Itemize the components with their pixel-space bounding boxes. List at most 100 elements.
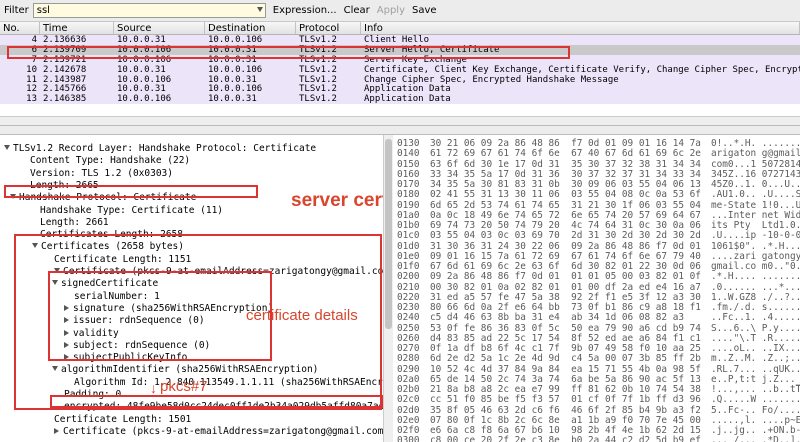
signed-certificate-item[interactable]: signedCertificate xyxy=(52,278,158,289)
packet-cell-info: Certificate, Client Key Exchange, Certif… xyxy=(364,64,800,75)
handshake-protocol-item[interactable]: Handshake Protocol: Certificate xyxy=(10,192,196,203)
detail-text: Algorithm Id: 1.2.840.113549.1.1.11 (sha… xyxy=(74,376,383,388)
algorithm-identifier-item[interactable]: algorithmIdentifier (sha256WithRSAEncryp… xyxy=(52,364,318,375)
detail-text: signedCertificate xyxy=(61,278,159,290)
column-header-protocol[interactable]: Protocol xyxy=(296,22,361,34)
packet-row[interactable]: 4 2.136636 10.0.0.31 10.0.0.106 TLSv1.2 Clien… xyxy=(0,35,800,45)
packet-cell-info: Change Cipher Spec, Encrypted Handshake … xyxy=(364,74,619,85)
certificates-length-item[interactable]: Certificates Length: 2658 xyxy=(40,229,183,240)
packet-row[interactable]: 12 2.145766 10.0.0.31 10.0.0.106 TLSv1.2 Appl… xyxy=(0,84,800,95)
packet-cell-dst: 10.0.0.31 xyxy=(208,54,257,65)
packet-cell-time: 2.139709 xyxy=(43,44,87,55)
scrollbar-thumb[interactable] xyxy=(385,139,392,329)
collapsed-arrow-icon[interactable] xyxy=(64,317,69,324)
expanded-arrow-icon[interactable] xyxy=(52,366,58,372)
expanded-arrow-icon[interactable] xyxy=(52,280,58,286)
packet-cell-dst: 10.0.0.106 xyxy=(208,35,263,45)
certificate-item-2[interactable]: Certificate (pkcs-9-at-emailAddress=zari… xyxy=(54,426,383,437)
column-header-destination[interactable]: Destination xyxy=(205,22,296,34)
collapsed-arrow-icon[interactable] xyxy=(54,427,59,434)
packet-cell-dst: 10.0.0.31 xyxy=(208,74,257,85)
signature-item[interactable]: signature (sha256WithRSAEncryption) xyxy=(64,303,273,314)
issuer-item[interactable]: issuer: rdnSequence (0) xyxy=(64,315,205,326)
column-header-time[interactable]: Time xyxy=(40,22,114,34)
chevron-down-icon[interactable] xyxy=(256,7,263,12)
hex-row[interactable]: 0300 c8 00 ce 20 2f 2e c3 8e b0 2a 44 c2 … xyxy=(397,435,800,442)
packet-cell-src: 10.0.0.106 xyxy=(117,94,172,105)
detail-text: Certificate Length: 1151 xyxy=(54,253,192,265)
collapsed-arrow-icon[interactable] xyxy=(64,341,69,348)
packet-row[interactable]: 10 2.142678 10.0.0.31 10.0.0.106 TLSv1.2 Cert… xyxy=(0,64,800,75)
handshake-type-item[interactable]: Handshake Type: Certificate (11) xyxy=(40,205,223,216)
collapsed-arrow-icon[interactable] xyxy=(64,304,69,311)
validity-item[interactable]: validity xyxy=(64,328,119,339)
packet-row[interactable]: 13 2.146385 10.0.0.106 10.0.0.31 TLSv1.2 Appl… xyxy=(0,94,800,105)
subject-public-key-info-item[interactable]: subjectPublicKeyInfo xyxy=(64,352,187,363)
packet-cell-no: 13 xyxy=(26,94,37,105)
packet-rows: 4 2.136636 10.0.0.31 10.0.0.106 TLSv1.2 Clien… xyxy=(0,35,800,105)
column-header-source[interactable]: Source xyxy=(114,22,205,34)
subject-item[interactable]: subject: rdnSequence (0) xyxy=(64,340,210,351)
packet-cell-time: 2.143987 xyxy=(43,74,87,85)
detail-text: serialNumber: 1 xyxy=(74,290,160,302)
column-header-info[interactable]: Info xyxy=(361,22,800,34)
packet-cell-no: 10 xyxy=(26,64,37,75)
detail-text: algorithmIdentifier (sha256WithRSAEncryp… xyxy=(61,364,319,376)
packet-row[interactable]: 11 2.143987 10.0.0.106 10.0.0.31 TLSv1.2 Chan… xyxy=(0,74,800,85)
detail-text: Handshake Type: Certificate (11) xyxy=(40,204,224,216)
padding-item[interactable]: Padding: 0 xyxy=(64,389,121,400)
certificate-length-item-2[interactable]: Certificate Length: 1501 xyxy=(54,414,191,425)
hex-bytes: c8 00 ce 20 2f 2e c3 8e b0 2a 44 c2 d2 5… xyxy=(430,435,701,442)
certificate-details-annotation: certificate details xyxy=(246,307,358,324)
expanded-arrow-icon[interactable] xyxy=(54,268,60,273)
apply-button[interactable]: Apply xyxy=(377,5,405,16)
detail-text: Handshake Protocol: Certificate xyxy=(19,192,197,204)
expanded-arrow-icon[interactable] xyxy=(32,243,38,249)
content-type-item[interactable]: Content Type: Handshake (22) xyxy=(30,155,190,166)
filter-input[interactable]: ssl xyxy=(32,3,266,18)
packet-cell-info: Server Key Exchange xyxy=(364,54,467,65)
expanded-arrow-icon[interactable] xyxy=(10,194,16,200)
certificates-item[interactable]: Certificates (2658 bytes) xyxy=(32,241,184,252)
packet-cell-no: 4 xyxy=(31,35,37,45)
expanded-arrow-icon[interactable] xyxy=(4,145,10,150)
packet-row[interactable]: 6 2.139709 10.0.0.106 10.0.0.31 TLSv1.2 Serve… xyxy=(0,44,800,55)
detail-text: Certificate (pkcs-9-at-emailAddress=zari… xyxy=(63,266,383,277)
packet-cell-info: Client Hello xyxy=(364,35,430,45)
packet-cell-proto: TLSv1.2 xyxy=(299,44,337,55)
column-header-no[interactable]: No. xyxy=(0,22,40,34)
expression-button[interactable]: Expression... xyxy=(273,5,337,16)
packet-cell-time: 2.139721 xyxy=(43,54,87,65)
packet-cell-info: Server Hello, Certificate xyxy=(364,44,500,55)
certificate-item[interactable]: Certificate (pkcs-9-at-emailAddress=zari… xyxy=(54,266,383,277)
detail-text: Certificate (pkcs-9-at-emailAddress=zari… xyxy=(63,425,383,437)
version-item[interactable]: Version: TLS 1.2 (0x0303) xyxy=(30,168,173,179)
pane-divider[interactable] xyxy=(0,125,800,135)
packet-row[interactable]: 7 2.139721 10.0.0.106 10.0.0.31 TLSv1.2 Serve… xyxy=(0,54,800,65)
packet-cell-src: 10.0.0.106 xyxy=(117,44,172,55)
collapsed-arrow-icon[interactable] xyxy=(64,354,69,361)
packet-cell-time: 2.142678 xyxy=(43,64,87,75)
packet-list-scrollbar[interactable] xyxy=(0,116,800,125)
detail-text: subject: rdnSequence (0) xyxy=(73,339,211,351)
certificate-length-item[interactable]: Certificate Length: 1151 xyxy=(54,254,191,265)
packet-cell-proto: TLSv1.2 xyxy=(299,35,337,45)
filter-toolbar: Filter ssl Expression... Clear Apply Sav… xyxy=(0,0,800,22)
detail-text: Certificate Length: 1501 xyxy=(54,413,192,425)
detail-text: encrypted: 48fe9be58d0cc24dec0ff1de2b34a… xyxy=(64,401,383,413)
length-item[interactable]: Length: 2665 xyxy=(30,180,99,191)
algorithm-id-item[interactable]: Algorithm Id: 1.2.840.113549.1.1.11 (sha… xyxy=(74,377,383,388)
clear-button[interactable]: Clear xyxy=(344,5,370,16)
detail-text: signature (sha256WithRSAEncryption) xyxy=(73,302,274,314)
encrypted-item[interactable]: encrypted: 48fe9be58d0cc24dec0ff1de2b34a… xyxy=(64,401,383,412)
serial-number-item[interactable]: serialNumber: 1 xyxy=(74,291,160,302)
pkcs7-annotation: pkcs#7 xyxy=(160,378,208,395)
packet-cell-dst: 10.0.0.31 xyxy=(208,44,257,55)
record-layer-item[interactable]: TLSv1.2 Record Layer: Handshake Protocol… xyxy=(4,143,316,154)
hex-off: 0300 xyxy=(397,435,420,442)
details-scrollbar[interactable] xyxy=(383,135,393,442)
save-button[interactable]: Save xyxy=(412,5,437,16)
handshake-length-item[interactable]: Length: 2661 xyxy=(40,217,109,228)
collapsed-arrow-icon[interactable] xyxy=(64,329,69,336)
packet-cell-time: 2.145766 xyxy=(43,84,87,95)
